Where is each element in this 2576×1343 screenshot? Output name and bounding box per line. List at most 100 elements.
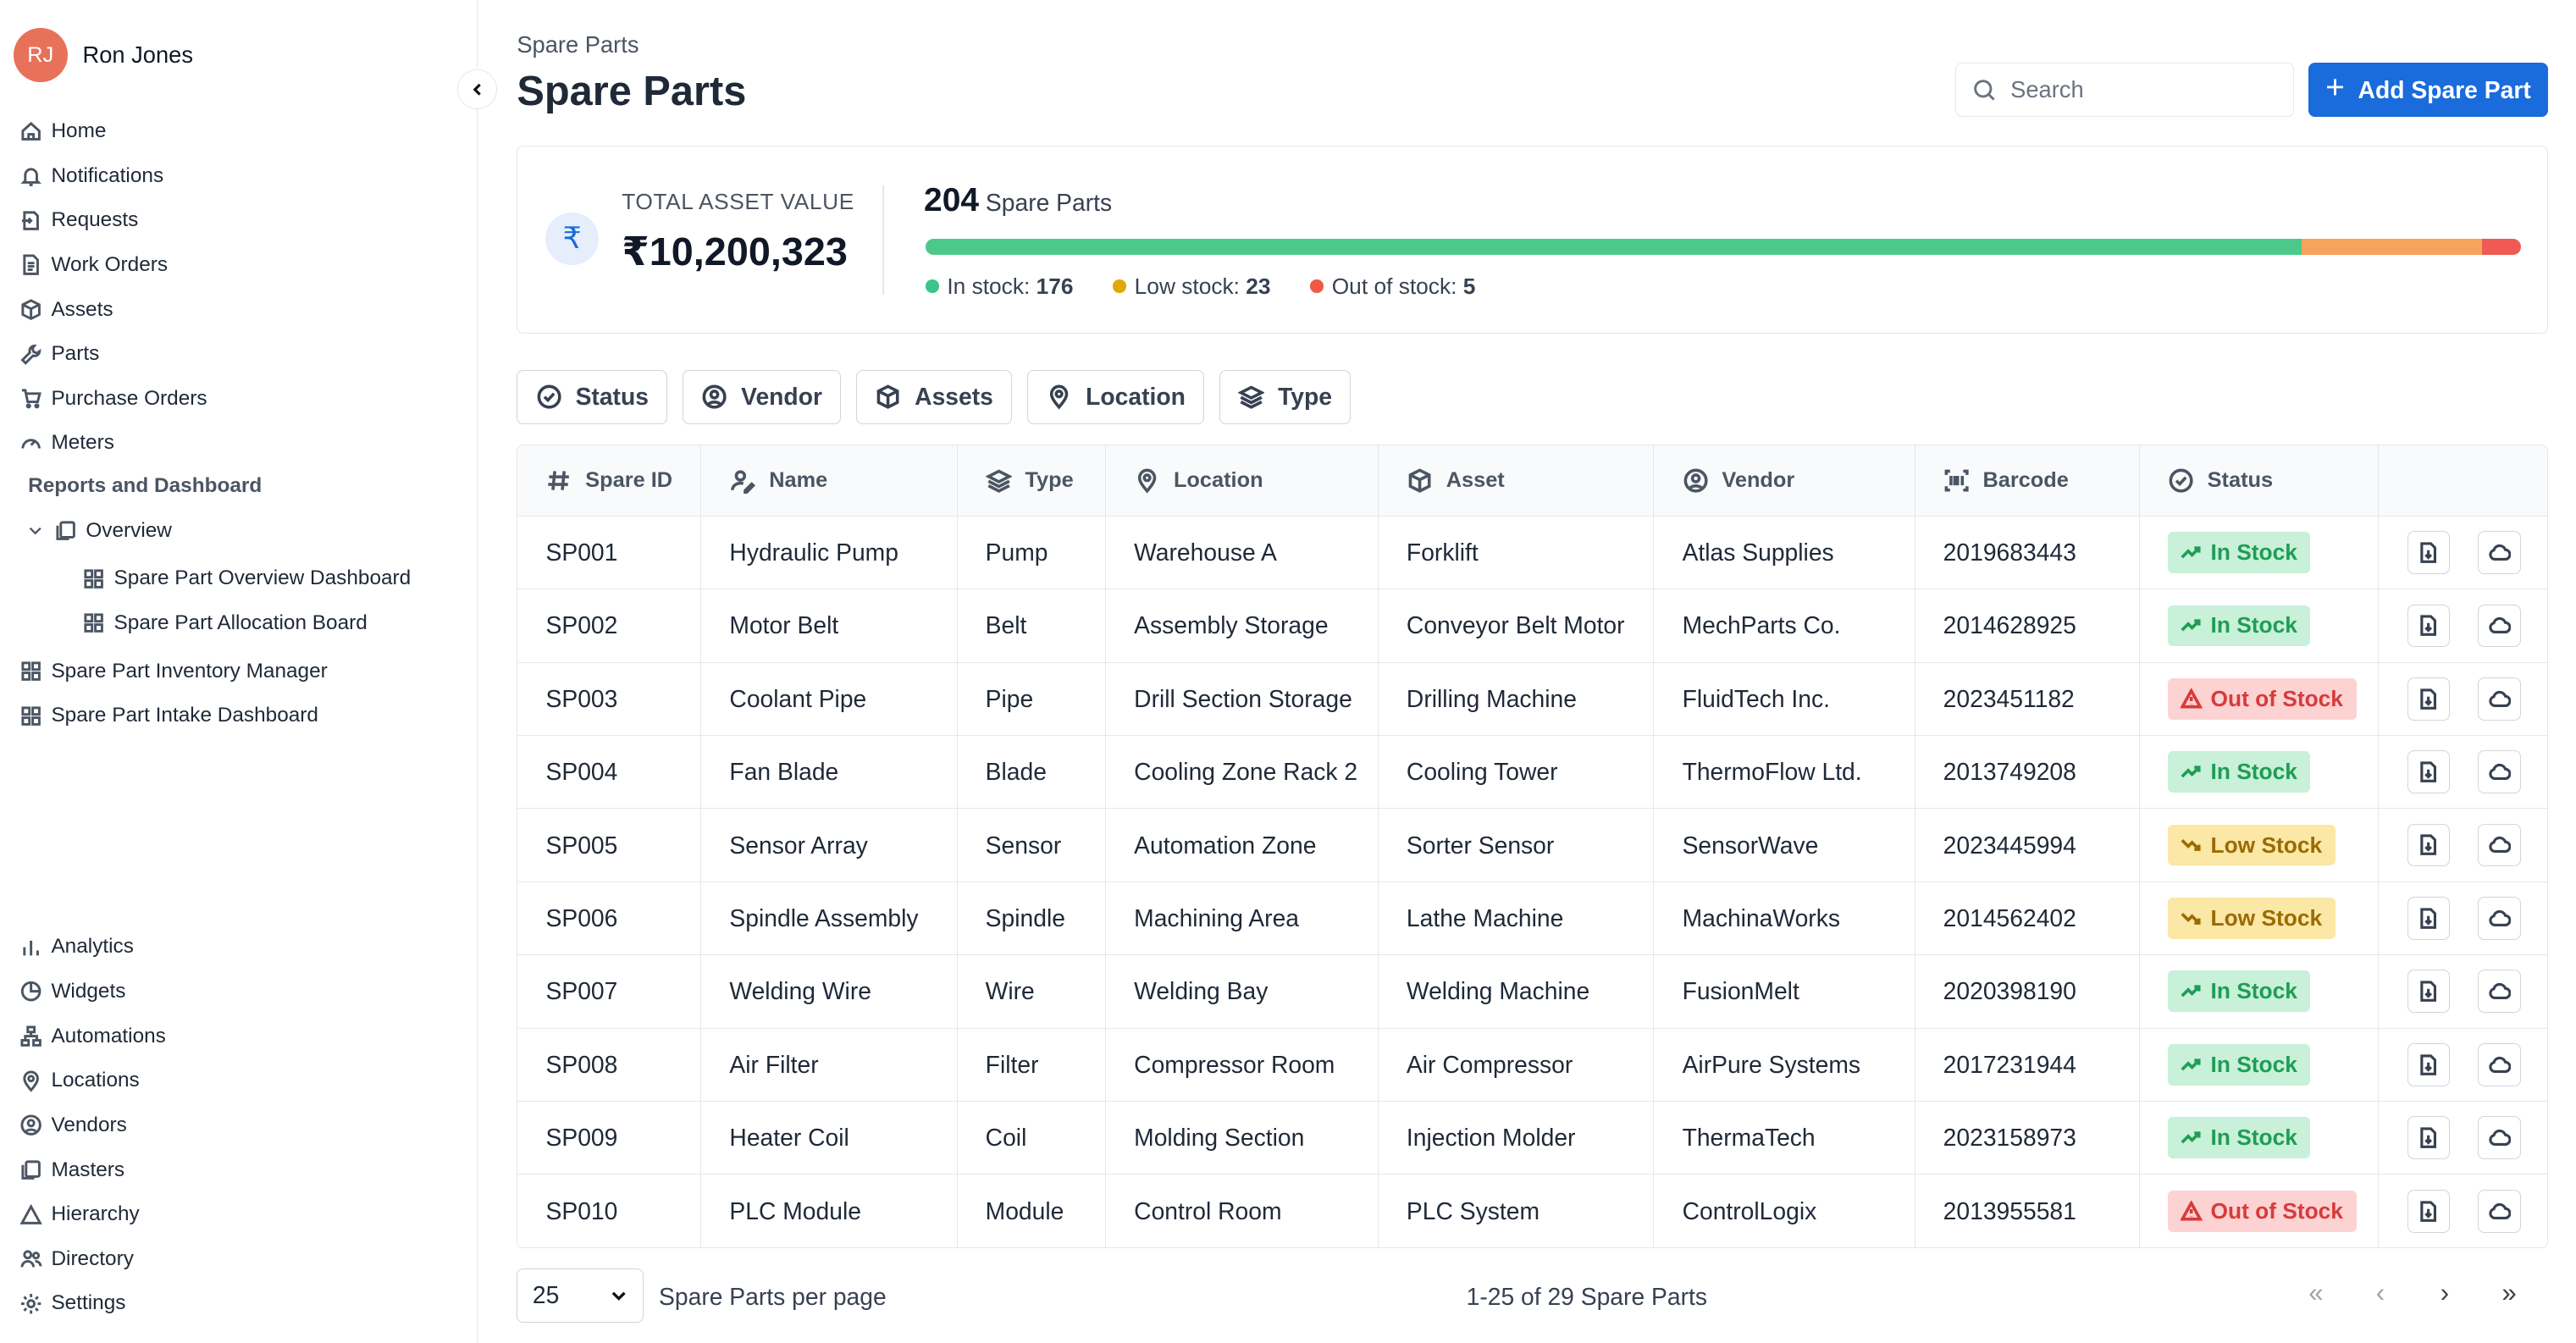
column-header-status[interactable]: Status (2139, 445, 2380, 517)
nav-meters[interactable]: Meters (19, 421, 207, 466)
breadcrumb[interactable]: Spare Parts (517, 31, 638, 58)
bar-segment-out-of-stock (2481, 238, 2521, 256)
cloud-button[interactable] (2478, 750, 2521, 794)
nav-notifications[interactable]: Notifications (19, 153, 207, 198)
table-row[interactable]: SP005 Sensor Array Sensor Automation Zone So… (517, 808, 2547, 882)
cloud-button[interactable] (2478, 970, 2521, 1014)
download-button[interactable] (2407, 531, 2451, 574)
cell-barcode: 2023445994 (1915, 808, 2140, 882)
filter-vendor-button[interactable]: Vendor (682, 369, 842, 425)
out-of-stock-label: Out of stock: (1331, 273, 1457, 299)
prev-page-button[interactable]: ‹ (2348, 1278, 2413, 1308)
cell-name: Air Filter (700, 1028, 958, 1102)
per-page-select[interactable]: 25 (517, 1268, 644, 1323)
filter-status-button[interactable]: Status (517, 369, 668, 425)
table-row[interactable]: SP006 Spindle Assembly Spindle Machining Ar… (517, 882, 2547, 956)
column-header-barcode[interactable]: Barcode (1915, 445, 2140, 517)
user-profile[interactable]: RJ Ron Jones (13, 28, 193, 83)
nav-widgets[interactable]: Widgets (19, 970, 165, 1014)
column-header-vendor[interactable]: Vendor (1653, 445, 1915, 517)
download-button[interactable] (2407, 970, 2451, 1014)
cloud-button[interactable] (2478, 604, 2521, 648)
nav-locations[interactable]: Locations (19, 1058, 165, 1103)
download-button[interactable] (2407, 823, 2451, 867)
avatar[interactable]: RJ (13, 28, 68, 83)
cloud-icon (2489, 983, 2512, 1000)
search-input[interactable] (2010, 76, 2275, 104)
cloud-button[interactable] (2478, 531, 2521, 574)
column-header-asset[interactable]: Asset (1378, 445, 1655, 517)
nav-settings[interactable]: Settings (19, 1281, 165, 1326)
collapse-sidebar-button[interactable] (457, 69, 497, 109)
cell-id: SP004 (517, 735, 702, 810)
nav-purchase-orders[interactable]: Purchase Orders (19, 377, 207, 422)
table-row[interactable]: SP009 Heater Coil Coil Molding Section Injec… (517, 1101, 2547, 1175)
column-header-location[interactable]: Location (1105, 445, 1379, 517)
nav-work-orders[interactable]: Work Orders (19, 243, 207, 288)
cell-type: Belt (957, 589, 1107, 663)
download-button[interactable] (2407, 1116, 2451, 1159)
table-row[interactable]: SP010 PLC Module Module Control Room PLC Sys… (517, 1174, 2547, 1248)
search-box[interactable] (1954, 63, 2294, 118)
nav-directory[interactable]: Directory (19, 1236, 165, 1281)
table-row[interactable]: SP001 Hydraulic Pump Pump Warehouse A Forkli… (517, 516, 2547, 590)
nav-spare-part-intake-dashboard[interactable]: Spare Part Intake Dashboard (19, 694, 411, 738)
download-button[interactable] (2407, 1042, 2451, 1086)
last-page-button[interactable]: » (2477, 1278, 2541, 1308)
nav-automations-label: Automations (51, 1024, 166, 1047)
download-button[interactable] (2407, 604, 2451, 648)
nav-spare-part-inventory-manager[interactable]: Spare Part Inventory Manager (19, 649, 411, 694)
nav-parts[interactable]: Parts (19, 332, 207, 377)
nav-requests[interactable]: Requests (19, 198, 207, 243)
cell-vendor: ThermaTech (1653, 1101, 1915, 1175)
table-row[interactable]: SP003 Coolant Pipe Pipe Drill Section Stora… (517, 662, 2547, 737)
download-button[interactable] (2407, 897, 2451, 940)
next-page-button[interactable]: › (2413, 1278, 2477, 1308)
cloud-button[interactable] (2478, 1116, 2521, 1159)
download-button[interactable] (2407, 750, 2451, 794)
download-file-icon (2420, 1127, 2437, 1148)
nav-assets[interactable]: Assets (19, 287, 207, 332)
download-button[interactable] (2407, 677, 2451, 721)
add-spare-part-button[interactable]: + Add Spare Part (2308, 63, 2548, 118)
nav-dashboard-label: Spare Part Allocation Board (113, 611, 368, 635)
nav-analytics[interactable]: Analytics (19, 925, 165, 970)
nav-hierarchy[interactable]: Hierarchy (19, 1192, 165, 1237)
nav-automations[interactable]: Automations (19, 1014, 166, 1058)
alert-triangle-icon (2181, 1200, 2203, 1221)
filter-assets-button[interactable]: Assets (855, 369, 1013, 425)
nav-vendors[interactable]: Vendors (19, 1103, 165, 1148)
layers-icon (1238, 385, 1265, 410)
column-header-name[interactable]: Name (700, 445, 958, 517)
search-icon (1974, 79, 1995, 101)
table-row[interactable]: SP004 Fan Blade Blade Cooling Zone Rack 2 Co… (517, 735, 2547, 810)
nav-spare-part-overview-dashboard[interactable]: Spare Part Overview Dashboard (19, 556, 411, 601)
cell-location: Molding Section (1105, 1101, 1379, 1175)
cloud-button[interactable] (2478, 823, 2521, 867)
first-page-button[interactable]: « (2284, 1278, 2348, 1308)
table-row[interactable]: SP002 Motor Belt Belt Assembly Storage Conve… (517, 589, 2547, 663)
out-of-stock-dot (1310, 279, 1324, 294)
cloud-button[interactable] (2478, 1189, 2521, 1233)
trend-up-icon (2181, 765, 2201, 778)
nav-overview[interactable]: Overview (19, 509, 411, 554)
cell-asset: Air Compressor (1378, 1028, 1655, 1102)
cloud-icon (2489, 1129, 2512, 1146)
cloud-button[interactable] (2478, 677, 2521, 721)
download-button[interactable] (2407, 1189, 2451, 1233)
nav-masters[interactable]: Masters (19, 1147, 165, 1192)
column-label: Status (2207, 467, 2274, 492)
nav-home[interactable]: Home (19, 109, 207, 154)
cloud-icon (2489, 544, 2512, 561)
column-header-spare-id[interactable]: Spare ID (517, 445, 702, 517)
column-header-type[interactable]: Type (957, 445, 1107, 517)
filter-location-button[interactable]: Location (1026, 369, 1205, 425)
cloud-button[interactable] (2478, 1042, 2521, 1086)
nav-spare-part-allocation-board[interactable]: Spare Part Allocation Board (19, 601, 411, 646)
table-row[interactable]: SP008 Air Filter Filter Compressor Room Air … (517, 1028, 2547, 1102)
cloud-button[interactable] (2478, 897, 2521, 940)
cloud-icon (2489, 763, 2512, 781)
filter-type-button[interactable]: Type (1219, 369, 1352, 425)
nav-analytics-label: Analytics (51, 935, 134, 959)
table-row[interactable]: SP007 Welding Wire Wire Welding Bay Welding … (517, 954, 2547, 1029)
